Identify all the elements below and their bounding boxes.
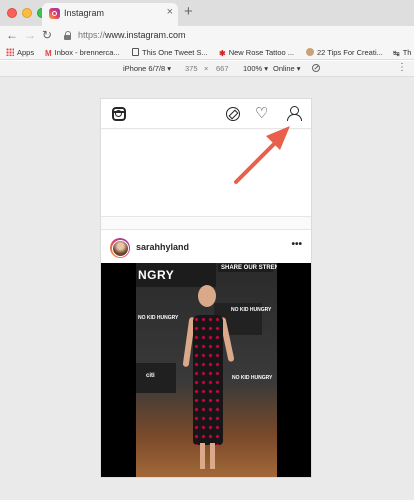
bookmarks-bar: Apps M Inbox - brennerca... This One Twee… — [0, 46, 414, 60]
reload-icon[interactable]: ↻ — [42, 28, 52, 42]
gmail-icon: M — [45, 49, 52, 58]
tab-instagram[interactable]: Instagram × — [42, 3, 178, 26]
twitter-icon: ↹ — [393, 49, 400, 58]
apps-grid-icon — [6, 48, 14, 56]
device-toolbar: iPhone 6/7/8 ▾ 375 × 667 100% ▾ Online ▾… — [0, 61, 414, 77]
network-select[interactable]: Online ▾ — [273, 64, 301, 73]
device-select[interactable]: iPhone 6/7/8 ▾ — [123, 64, 171, 73]
yelp-icon: ✱ — [219, 49, 226, 58]
avatar-icon — [306, 48, 314, 56]
tab-close-icon[interactable]: × — [167, 6, 173, 18]
bookmark-tweet[interactable]: This One Tweet S... — [132, 48, 208, 57]
more-options-icon[interactable]: ⋮ — [397, 62, 407, 73]
post-username[interactable]: sarahhyland — [136, 242, 189, 252]
browser-tab-strip: Instagram × + — [0, 0, 414, 26]
photo-text: NO KID HUNGRY — [231, 307, 272, 313]
post-photo[interactable]: NGRY SHARE OUR STRENGTH NO KID HUNGRY NO… — [101, 263, 311, 477]
device-height-input[interactable]: 667 — [216, 64, 229, 73]
photo-text: SHARE OUR STRENGTH — [218, 264, 277, 272]
post-more-options-icon[interactable]: ••• — [291, 239, 302, 250]
dimension-separator: × — [204, 64, 209, 73]
minimize-window-button[interactable] — [22, 8, 32, 18]
instagram-camera-icon[interactable] — [112, 107, 126, 121]
instagram-favicon-icon — [49, 8, 60, 19]
device-viewport: ♡ sarahhyland ••• NGRY SHARE OUR STRENGT… — [0, 77, 414, 500]
zoom-select[interactable]: 100% ▾ — [243, 64, 268, 73]
document-icon — [132, 48, 139, 56]
bookmark-th[interactable]: ↹ Th — [393, 48, 411, 58]
new-tab-button[interactable]: + — [184, 3, 193, 20]
close-window-button[interactable] — [7, 8, 17, 18]
photo-text: NGRY — [138, 268, 175, 282]
forward-arrow-icon[interactable]: → — [24, 28, 36, 42]
address-bar[interactable]: https://www.instagram.com — [78, 30, 186, 40]
photo-text: NO KID HUNGRY — [232, 375, 273, 381]
browser-toolbar: ← → ↻ https://www.instagram.com — [0, 26, 414, 46]
back-arrow-icon[interactable]: ← — [6, 28, 18, 42]
avatar[interactable] — [110, 238, 130, 258]
bookmark-apps[interactable]: Apps — [6, 48, 34, 57]
bookmark-tips[interactable]: 22 Tips For Creati... — [306, 48, 383, 57]
person-figure — [182, 283, 235, 475]
tab-title: Instagram — [64, 8, 105, 18]
feed-post: sarahhyland ••• NGRY SHARE OUR STRENGTH … — [101, 229, 311, 477]
bookmark-inbox[interactable]: M Inbox - brennerca... — [45, 48, 120, 58]
device-width-input[interactable]: 375 — [185, 64, 198, 73]
photo-text: NO KID HUNGRY — [138, 315, 179, 321]
bookmark-tattoo[interactable]: ✱ New Rose Tattoo ... — [219, 48, 294, 58]
photo-text: citi — [146, 373, 155, 379]
rotate-icon[interactable] — [312, 64, 320, 72]
lock-icon[interactable] — [64, 31, 72, 40]
annotation-arrow-icon — [234, 126, 290, 184]
